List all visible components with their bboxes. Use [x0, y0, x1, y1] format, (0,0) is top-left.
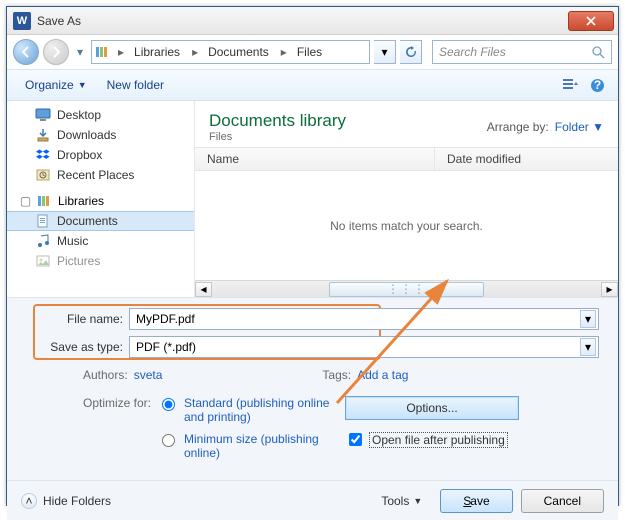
- libraries-icon: [36, 193, 52, 209]
- music-icon: [35, 233, 51, 249]
- arrange-by-value[interactable]: Folder ▼: [555, 120, 604, 134]
- sidebar-item-music[interactable]: Music: [7, 231, 194, 251]
- opt-standard-radio[interactable]: Standard (publishing online and printing…: [157, 396, 345, 424]
- documents-icon: [35, 213, 51, 229]
- library-title: Documents library: [209, 111, 346, 131]
- col-date[interactable]: Date modified: [435, 148, 618, 170]
- dropbox-icon: [35, 147, 51, 163]
- optimize-label: Optimize for:: [65, 396, 151, 468]
- recent-locations-button[interactable]: ▾: [73, 43, 87, 61]
- sidebar-item-downloads[interactable]: Downloads: [7, 125, 194, 145]
- view-button[interactable]: [560, 74, 582, 96]
- help-button[interactable]: ?: [586, 74, 608, 96]
- view-icon: [563, 78, 579, 92]
- authors-value[interactable]: sveta: [134, 368, 163, 382]
- main-header: Documents library Files Arrange by: Fold…: [195, 101, 618, 147]
- tags-value[interactable]: Add a tag: [357, 368, 408, 382]
- expand-icon: ▢: [21, 197, 30, 206]
- recent-icon: [35, 167, 51, 183]
- chevron-up-icon: ˄: [21, 493, 37, 509]
- filename-row: File name: MyPDF.pdf ▾: [23, 308, 602, 330]
- forward-button[interactable]: [43, 39, 69, 65]
- search-placeholder: Search Files: [439, 45, 506, 59]
- footer: ˄ Hide Folders Tools ▼ Save Cancel: [7, 480, 618, 520]
- body: Desktop Downloads Dropbox Recent Places …: [7, 101, 618, 297]
- sidebar-item-documents[interactable]: Documents: [7, 211, 194, 231]
- scroll-right-button[interactable]: ▸: [601, 282, 618, 297]
- address-dropdown-button[interactable]: ▾: [374, 40, 396, 64]
- libraries-icon: [92, 44, 112, 60]
- tools-button[interactable]: Tools ▼: [381, 494, 422, 508]
- col-name[interactable]: Name: [195, 148, 435, 170]
- list-body: No items match your search.: [195, 171, 618, 280]
- filename-input[interactable]: MyPDF.pdf ▾: [129, 308, 599, 330]
- refresh-icon: [405, 46, 417, 58]
- save-button[interactable]: Save: [440, 489, 512, 513]
- sidebar-item-desktop[interactable]: Desktop: [7, 105, 194, 125]
- nav-row: ▾ ▸Libraries ▸Documents ▸Files ▾ Search …: [7, 35, 618, 69]
- tags-label: Tags:: [322, 368, 351, 382]
- breadcrumb-seg-0[interactable]: ▸Libraries: [112, 41, 186, 63]
- savetype-label: Save as type:: [23, 340, 123, 354]
- open-after-checkbox[interactable]: Open file after publishing: [345, 430, 602, 449]
- cancel-button[interactable]: Cancel: [521, 489, 604, 513]
- breadcrumb-seg-2[interactable]: ▸Files: [275, 41, 328, 63]
- options-row: Optimize for: Standard (publishing onlin…: [23, 396, 602, 468]
- word-icon: W: [13, 12, 31, 30]
- main-pane: Documents library Files Arrange by: Fold…: [195, 101, 618, 297]
- sidebar-item-recent[interactable]: Recent Places: [7, 165, 194, 185]
- list-header: Name Date modified: [195, 147, 618, 171]
- savetype-select[interactable]: PDF (*.pdf) ▾: [129, 336, 599, 358]
- meta-row: Authors: sveta Tags: Add a tag: [23, 368, 602, 382]
- sidebar: Desktop Downloads Dropbox Recent Places …: [7, 101, 195, 297]
- arrow-left-icon: [20, 46, 32, 58]
- savetype-dropdown-button[interactable]: ▾: [580, 338, 596, 356]
- sidebar-libraries-header[interactable]: ▢ Libraries: [7, 191, 194, 211]
- back-button[interactable]: [13, 39, 39, 65]
- filename-dropdown-button[interactable]: ▾: [580, 310, 596, 328]
- pictures-icon: [35, 253, 51, 269]
- downloads-icon: [35, 127, 51, 143]
- refresh-button[interactable]: [400, 40, 422, 64]
- organize-button[interactable]: Organize ▼: [17, 74, 95, 96]
- scroll-left-button[interactable]: ◂: [195, 282, 212, 297]
- svg-text:?: ?: [593, 78, 600, 92]
- opt-minimum-radio[interactable]: Minimum size (publishing online): [157, 432, 345, 460]
- desktop-icon: [35, 107, 51, 123]
- scroll-track[interactable]: ⋮⋮⋮: [212, 282, 601, 297]
- lower-pane: File name: MyPDF.pdf ▾ Save as type: PDF…: [7, 297, 618, 480]
- savetype-row: Save as type: PDF (*.pdf) ▾: [23, 336, 602, 358]
- help-icon: ?: [590, 78, 605, 93]
- address-bar[interactable]: ▸Libraries ▸Documents ▸Files: [91, 40, 370, 64]
- sidebar-item-pictures[interactable]: Pictures: [7, 251, 194, 271]
- options-button[interactable]: Options...: [345, 396, 519, 420]
- arrow-right-icon: [50, 46, 62, 58]
- titlebar: W Save As: [7, 7, 618, 35]
- search-input[interactable]: Search Files: [432, 40, 612, 64]
- filename-label: File name:: [23, 312, 123, 326]
- save-as-dialog: W Save As ▾ ▸Libraries ▸Documents ▸Files…: [6, 6, 619, 506]
- new-folder-button[interactable]: New folder: [99, 74, 172, 96]
- close-icon: [586, 16, 596, 26]
- hide-folders-button[interactable]: ˄ Hide Folders: [21, 493, 111, 509]
- close-button[interactable]: [568, 11, 614, 31]
- authors-label: Authors:: [83, 368, 128, 382]
- toolbar: Organize ▼ New folder ?: [7, 69, 618, 101]
- scroll-thumb[interactable]: ⋮⋮⋮: [329, 282, 485, 297]
- search-icon: [592, 46, 605, 59]
- window-title: Save As: [37, 14, 568, 28]
- arrange-by: Arrange by: Folder ▼: [487, 111, 604, 143]
- breadcrumb-seg-1[interactable]: ▸Documents: [186, 41, 275, 63]
- h-scrollbar[interactable]: ◂ ⋮⋮⋮ ▸: [195, 280, 618, 297]
- sidebar-item-dropbox[interactable]: Dropbox: [7, 145, 194, 165]
- empty-message: No items match your search.: [330, 219, 483, 233]
- library-subtitle: Files: [209, 131, 346, 143]
